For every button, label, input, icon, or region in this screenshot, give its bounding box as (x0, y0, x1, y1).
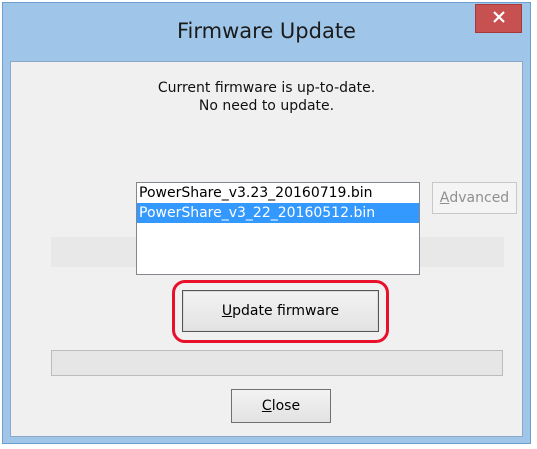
status-line-2: No need to update. (198, 98, 335, 114)
close-icon (492, 9, 506, 28)
close-mnemonic: C (261, 398, 272, 414)
update-label: pdate firmware (232, 303, 340, 319)
advanced-mnemonic: A (439, 190, 450, 206)
update-mnemonic: U (221, 303, 233, 319)
close-button[interactable]: Close (231, 389, 331, 423)
status-line-1: Current firmware is up-to-date. (157, 80, 376, 96)
update-firmware-button[interactable]: Update firmware (182, 290, 379, 332)
list-item-selected[interactable]: PowerShare_v3_22_20160512.bin (137, 203, 419, 223)
window-title: Firmware Update (177, 19, 356, 43)
list-item[interactable]: PowerShare_v3.23_20160719.bin (137, 183, 419, 203)
firmware-file-list[interactable]: PowerShare_v3.23_20160719.bin PowerShare… (136, 182, 420, 275)
update-progress-bar (51, 350, 503, 376)
title-bar[interactable]: Firmware Update (3, 3, 530, 61)
window-close-button[interactable] (475, 4, 522, 33)
firmware-update-window: Firmware Update Current firmware is up-t… (2, 2, 531, 444)
advanced-label: dvanced (449, 190, 510, 206)
status-message: Current firmware is up-to-date. No need … (11, 79, 522, 115)
advanced-button[interactable]: Advanced (432, 182, 517, 214)
dialog-body: Current firmware is up-to-date. No need … (10, 61, 523, 437)
close-label: lose (271, 398, 301, 414)
